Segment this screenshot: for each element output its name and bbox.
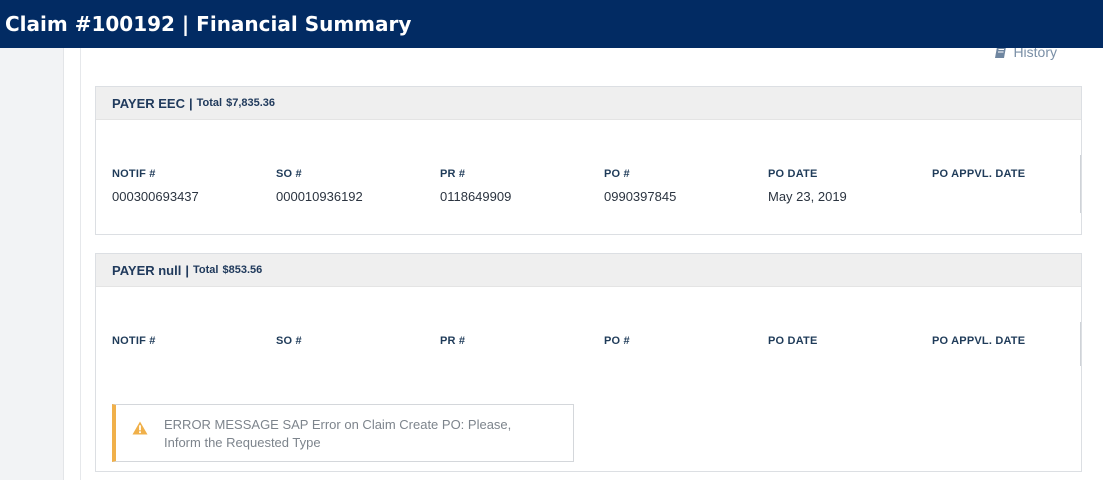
total-value: $7,835.36 [226,97,276,109]
po-table: NOTIF # SO # PR # PO # PO DATE PO APPVL.… [112,335,1082,351]
column-so: SO # [276,335,440,351]
warning-icon [132,421,148,440]
payer-name: PAYER EEC [112,95,185,111]
payer-card: PAYER null | Total $853.56 NOTIF # SO # … [95,253,1082,472]
financial-summary-page: Claim #100192 | Financial Summary ·[·,·,… [0,0,1103,480]
column-notif: NOTIF # [112,335,276,351]
column-header: PO APPVL. DATE [932,168,1026,180]
payer-card: PAYER EEC | Total $7,835.36 NOTIF # 0003… [95,86,1082,235]
total-label: Total [193,264,219,276]
scroll-divider [1080,155,1081,213]
payer-name: PAYER null [112,262,182,278]
column-po: PO # [604,335,768,351]
column-po-approval-date: PO APPVL. DATE [932,335,1096,351]
cell-value: 000300693437 [112,189,199,204]
column-po-approval-date: PO APPVL. DATE [932,168,1096,205]
total-label: Total [196,97,223,109]
column-notif: NOTIF # 000300693437 [112,168,276,205]
column-po-date: PO DATE [768,335,932,351]
column-header: PR # [440,168,466,180]
payer-card-header: PAYER EEC | Total $7,835.36 [96,87,1081,120]
column-header: PO # [604,168,630,180]
total-value: $853.56 [222,264,263,276]
column-header: SO # [276,335,302,347]
error-alert: ERROR MESSAGE SAP Error on Claim Create … [112,404,574,462]
po-table: NOTIF # 000300693437 SO # 000010936192 P… [112,168,1082,205]
column-header: PO APPVL. DATE [932,335,1026,347]
column-header: SO # [276,168,302,180]
sidebar [0,48,64,480]
column-po: PO # 0990397845 [604,168,768,205]
cell-value [932,189,1096,205]
error-message: ERROR MESSAGE SAP Error on Claim Create … [164,417,512,450]
column-header: NOTIF # [112,168,156,180]
cell-value: May 23, 2019 [768,189,847,204]
cell-value: 0990397845 [604,189,677,204]
column-pr: PR # [440,335,604,351]
scroll-divider [1080,322,1081,366]
column-so: SO # 000010936192 [276,168,440,205]
cell-value: 000010936192 [276,189,363,204]
payer-card-header: PAYER null | Total $853.56 [96,254,1081,287]
column-header: NOTIF # [112,335,156,347]
panel-border [80,48,81,480]
content-gutter [64,48,80,480]
header-separator: | [185,262,189,278]
header-separator: | [188,95,193,111]
column-header: PR # [440,335,466,347]
column-header: PO # [604,335,630,347]
column-header: PO DATE [768,335,818,347]
column-po-date: PO DATE May 23, 2019 [768,168,932,205]
column-pr: PR # 0118649909 [440,168,604,205]
cell-value: 0118649909 [440,189,512,204]
page-title: Claim #100192 | Financial Summary [0,0,1103,48]
column-header: PO DATE [768,168,818,180]
